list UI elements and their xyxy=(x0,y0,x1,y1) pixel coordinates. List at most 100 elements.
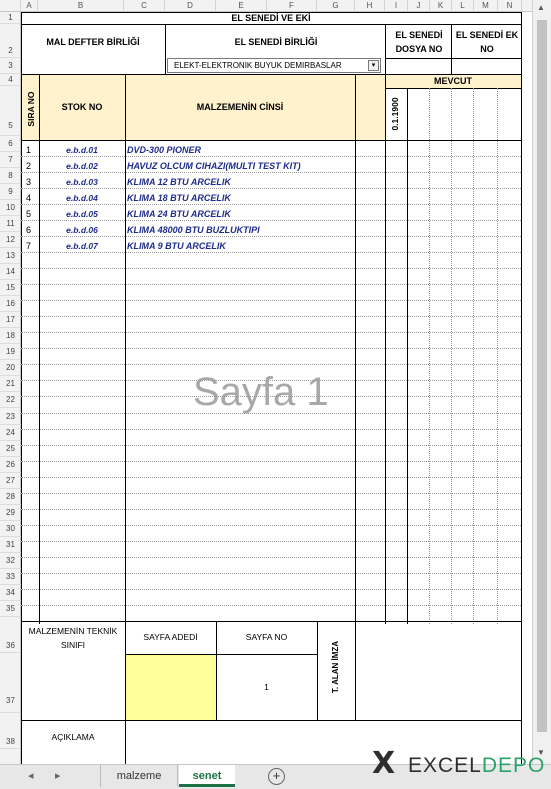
row-header[interactable]: 9 xyxy=(0,184,21,201)
add-sheet-icon[interactable]: + xyxy=(268,768,285,785)
sayfa-adedi-input[interactable] xyxy=(125,654,216,720)
row-header[interactable]: 13 xyxy=(0,248,21,265)
row-header[interactable]: 33 xyxy=(0,569,21,585)
column-header[interactable]: I xyxy=(385,0,408,12)
row-header[interactable]: 3 xyxy=(0,58,21,74)
row-header[interactable]: 23 xyxy=(0,409,21,425)
select-all-corner[interactable] xyxy=(0,0,21,12)
row-header[interactable]: 27 xyxy=(0,473,21,489)
grid-line xyxy=(21,284,521,286)
row-header[interactable]: 1 xyxy=(0,12,21,24)
column-header[interactable]: H xyxy=(355,0,385,12)
row-header[interactable]: 34 xyxy=(0,585,21,601)
column-header[interactable]: C xyxy=(124,0,165,12)
row-header[interactable]: 30 xyxy=(0,521,21,537)
column-header[interactable]: D xyxy=(165,0,216,12)
grid-line xyxy=(21,621,521,622)
scroll-up-icon[interactable]: ▲ xyxy=(537,3,545,12)
row-header[interactable]: 24 xyxy=(0,425,21,441)
row-header[interactable]: 32 xyxy=(0,553,21,569)
grid-line xyxy=(125,74,126,764)
date-col-header: 0.1.1900 xyxy=(385,92,407,140)
grid-line xyxy=(21,604,521,606)
row-header[interactable]: 35 xyxy=(0,601,21,617)
grid-line xyxy=(21,428,521,430)
column-header[interactable]: A xyxy=(21,0,38,12)
column-header[interactable]: N xyxy=(498,0,522,12)
row-header[interactable]: 14 xyxy=(0,264,21,281)
sira-no-header: SIRA NO xyxy=(23,82,39,138)
row-header[interactable]: 37 xyxy=(0,653,21,713)
chevron-down-icon[interactable]: ▾ xyxy=(368,60,379,71)
stok-no-header: STOK NO xyxy=(61,102,103,112)
chevron-right-icon[interactable]: ▸ xyxy=(55,769,61,782)
grid-line xyxy=(473,88,474,624)
column-header[interactable]: G xyxy=(317,0,355,12)
row-header[interactable]: 17 xyxy=(0,312,21,329)
grid-line xyxy=(21,12,521,13)
column-header[interactable]: M xyxy=(474,0,498,12)
row-header[interactable]: 8 xyxy=(0,168,21,185)
row-header[interactable]: 29 xyxy=(0,505,21,521)
row-header[interactable]: 18 xyxy=(0,328,21,345)
grid-line xyxy=(385,58,521,59)
column-header[interactable]: E xyxy=(216,0,267,12)
logo-x-mark: X xyxy=(372,746,396,781)
scrollbar-thumb[interactable] xyxy=(537,20,547,732)
vertical-scrollbar[interactable]: ▲ ▼ xyxy=(532,0,551,764)
grid-line xyxy=(21,140,521,141)
grid-line xyxy=(21,524,521,526)
row-header[interactable]: 5 xyxy=(0,86,21,136)
t-alan-imza-text: T. ALAN İMZA xyxy=(331,640,340,694)
grid-line xyxy=(21,476,521,478)
tab-malzeme[interactable]: malzeme xyxy=(100,765,178,787)
chevron-left-icon[interactable]: ◂ xyxy=(28,769,34,782)
grid-line xyxy=(385,24,386,624)
sheet-title: EL SENEDİ VE EKİ xyxy=(231,13,311,23)
grid-line xyxy=(21,300,521,302)
worksheet[interactable]: EL SENEDİ VE EKİ MAL DEFTER BİRLİĞİ EL S… xyxy=(21,12,522,765)
dropdown-value: ELEKT-ELEKTRONIK BUYUK DEMIRBASLAR xyxy=(174,61,342,70)
grid-line xyxy=(21,460,521,462)
column-header[interactable]: L xyxy=(452,0,474,12)
sayfa-no-value[interactable]: 1 xyxy=(216,682,317,696)
excel-window: A B C D E F G H I J K L M N 1 2 3 4 5 6 7 8 9 10 1… xyxy=(0,0,551,789)
column-header[interactable]: J xyxy=(408,0,430,12)
row-header[interactable]: 22 xyxy=(0,392,21,409)
row-header[interactable]: 31 xyxy=(0,537,21,553)
row-header[interactable]: 11 xyxy=(0,216,21,233)
column-header[interactable]: F xyxy=(267,0,317,12)
column-header[interactable]: K xyxy=(430,0,452,12)
row-header[interactable]: 20 xyxy=(0,360,21,377)
grid-line xyxy=(21,204,521,206)
row-header[interactable]: 26 xyxy=(0,457,21,473)
row-header[interactable]: 19 xyxy=(0,344,21,361)
row-header[interactable]: 21 xyxy=(0,376,21,393)
grid-line xyxy=(21,332,521,334)
teknik-sinifi-label: MALZEMENİN TEKNİK SINIFI xyxy=(28,626,118,650)
category-dropdown[interactable]: ELEKT-ELEKTRONIK BUYUK DEMIRBASLAR ▾ xyxy=(167,58,381,73)
grid-line xyxy=(21,348,521,350)
row-header[interactable]: 28 xyxy=(0,489,21,505)
grid-line xyxy=(216,621,217,720)
row-header[interactable]: 7 xyxy=(0,152,21,169)
row-header[interactable]: 38 xyxy=(0,713,21,749)
row-header[interactable]: 12 xyxy=(0,232,21,249)
row-header[interactable]: 10 xyxy=(0,200,21,217)
row-header[interactable]: 15 xyxy=(0,280,21,297)
row-header[interactable]: 4 xyxy=(0,74,21,86)
grid-line xyxy=(165,24,166,74)
tab-senet[interactable]: senet xyxy=(179,765,235,787)
aciklama-label: AÇIKLAMA xyxy=(51,732,95,742)
grid-line xyxy=(21,412,521,414)
grid-line xyxy=(125,654,317,655)
sayfa-no-label: SAYFA NO xyxy=(245,632,288,642)
row-header[interactable]: 2 xyxy=(0,24,21,58)
row-header[interactable]: 16 xyxy=(0,296,21,313)
column-header[interactable]: B xyxy=(38,0,124,12)
grid-line xyxy=(355,621,356,720)
row-header[interactable]: 25 xyxy=(0,441,21,457)
row-header[interactable]: 36 xyxy=(0,617,21,653)
grid-line xyxy=(21,492,521,494)
row-header[interactable]: 6 xyxy=(0,136,21,153)
